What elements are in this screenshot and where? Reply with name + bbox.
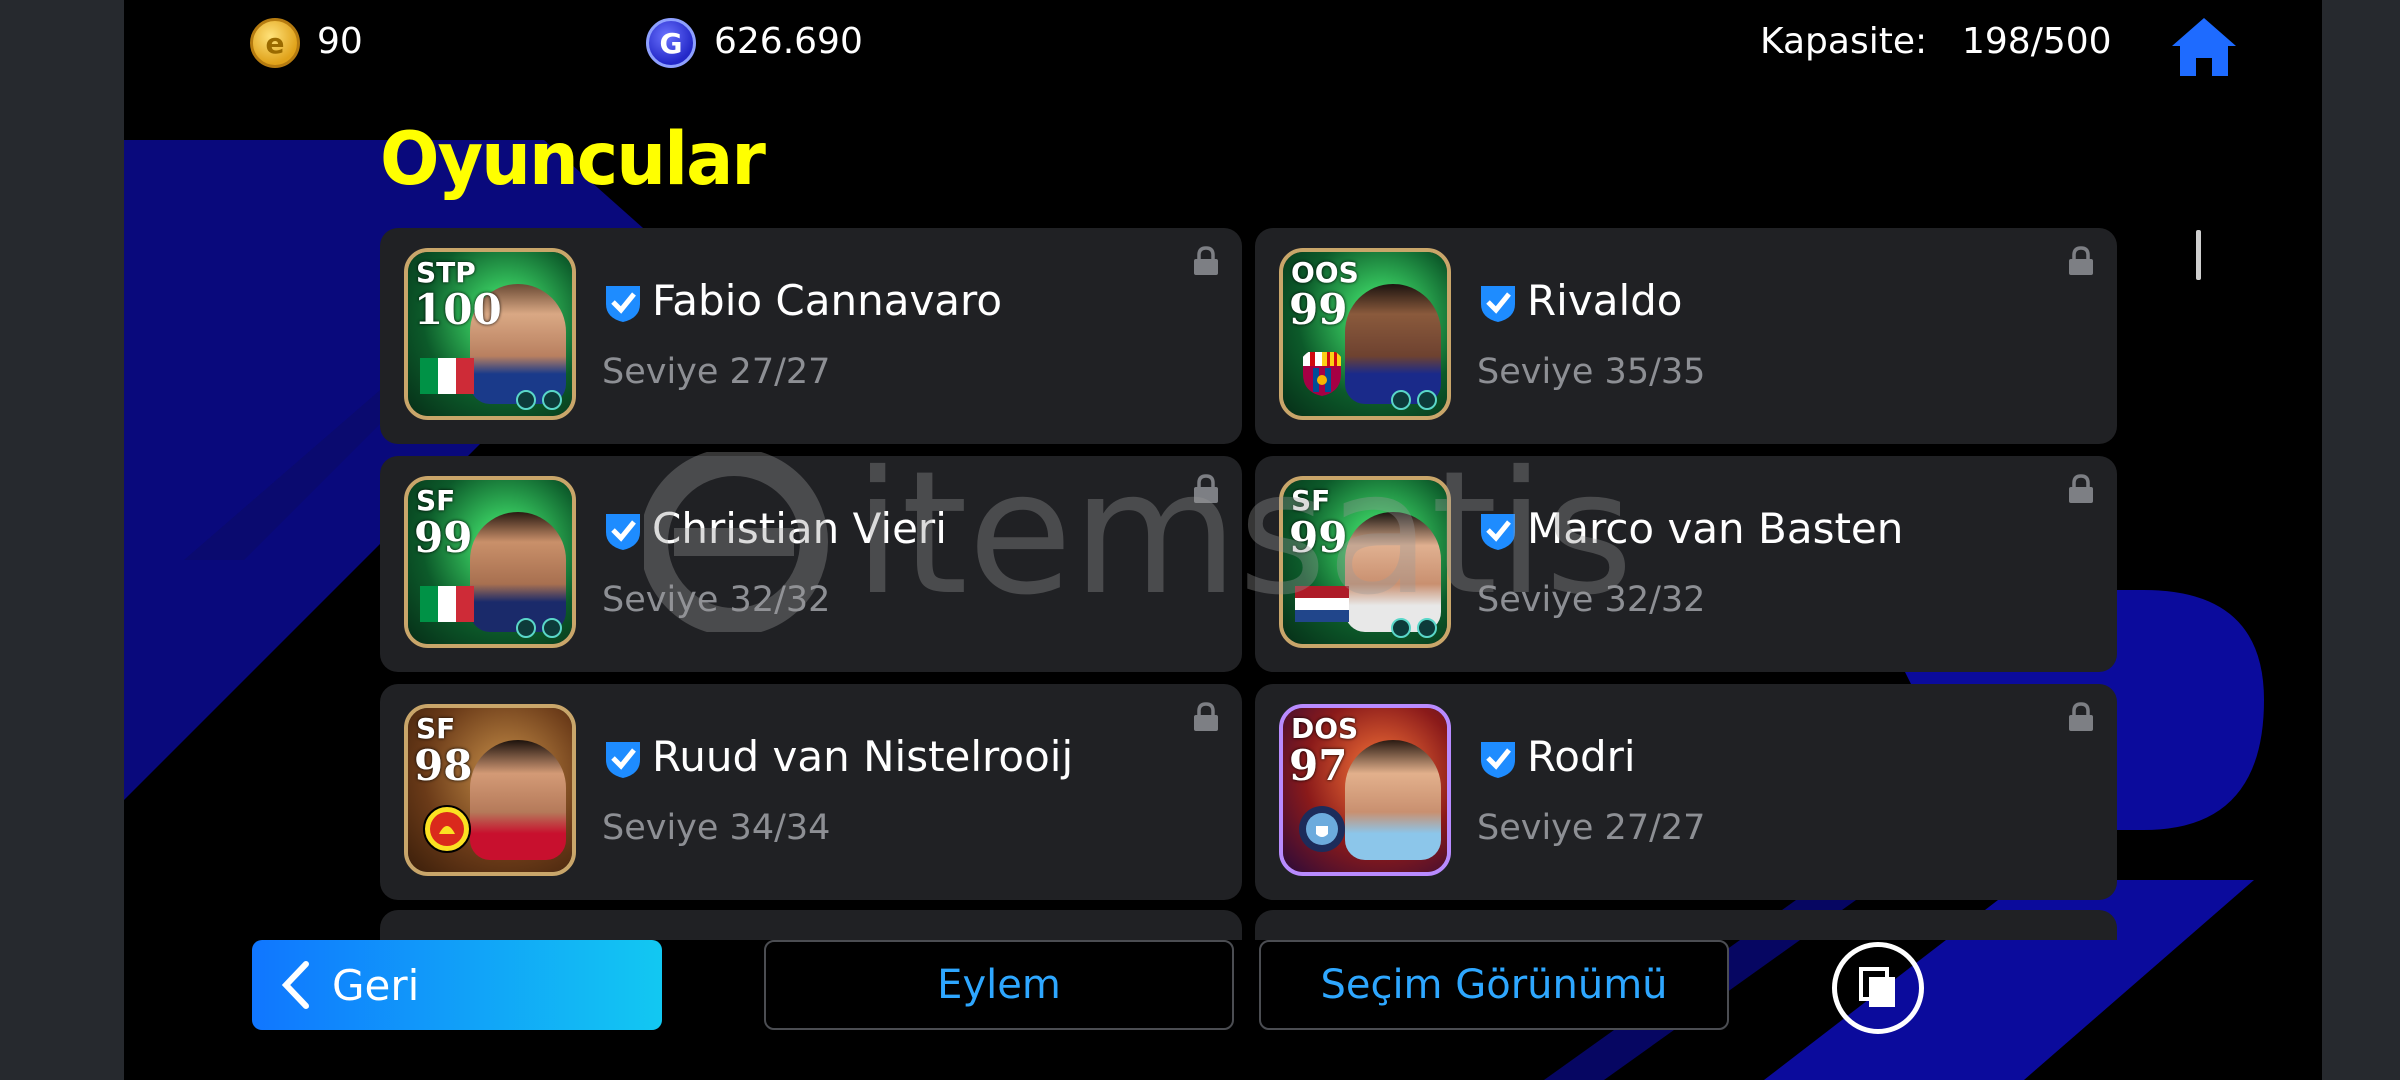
efootball-coin-count: 90 <box>317 21 363 62</box>
action-button[interactable]: Eylem <box>764 940 1234 1030</box>
home-icon[interactable] <box>2170 14 2238 78</box>
lock-icon[interactable] <box>1192 246 1220 276</box>
lock-icon[interactable] <box>2067 246 2095 276</box>
lock-icon[interactable] <box>1192 474 1220 504</box>
player-level: Seviye 27/27 <box>1477 808 1706 848</box>
lock-icon[interactable] <box>2067 474 2095 504</box>
player-level: Seviye 35/35 <box>1477 352 1706 392</box>
chevron-left-icon <box>281 961 309 1009</box>
player-card[interactable]: STP 100 Fabio Cannavaro Seviye 27/27 <box>380 228 1242 444</box>
player-avatar: SF 99 <box>404 476 576 648</box>
player-card-partial[interactable] <box>1255 910 2117 940</box>
italy-flag-icon <box>420 358 474 394</box>
player-card[interactable]: SF 99 Marco van Basten Seviye 32/32 <box>1255 456 2117 672</box>
verified-shield-icon <box>1481 742 1515 778</box>
player-name: Rivaldo <box>1527 276 1683 325</box>
player-name: Ruud van Nistelrooij <box>652 732 1074 781</box>
player-card[interactable]: DOS 97 Rodri Seviye 27/27 <box>1255 684 2117 900</box>
right-letterbox <box>2322 0 2400 1080</box>
page-title: Oyuncular <box>380 115 766 203</box>
player-avatar: STP 100 <box>404 248 576 420</box>
verified-shield-icon <box>1481 286 1515 322</box>
top-bar: e 90 G 626.690 Kapasite: 198/500 <box>124 0 2322 86</box>
selection-view-button-label: Seçim Görünümü <box>1320 962 1668 1008</box>
capacity-value: 198/500 <box>1962 21 2112 62</box>
action-button-label: Eylem <box>937 962 1061 1008</box>
player-avatar: OOS 99 <box>1279 248 1451 420</box>
efootball-coin-icon: e <box>250 18 300 68</box>
player-card[interactable]: SF 99 Christian Vieri Seviye 32/32 <box>380 456 1242 672</box>
manchester-city-crest-icon <box>1299 806 1345 852</box>
players-screen: e 90 G 626.690 Kapasite: 198/500 Oyuncul… <box>124 0 2322 1080</box>
copy-pages-icon <box>1859 967 1895 1007</box>
lock-icon[interactable] <box>1192 702 1220 732</box>
player-card-partial[interactable] <box>380 910 1242 940</box>
player-level: Seviye 32/32 <box>602 580 831 620</box>
barcelona-crest-icon <box>1303 352 1341 396</box>
selection-view-button[interactable]: Seçim Görünümü <box>1259 940 1729 1030</box>
player-name: Fabio Cannavaro <box>652 276 1003 325</box>
capacity-label: Kapasite: <box>1760 21 1928 62</box>
verified-shield-icon <box>606 742 640 778</box>
card-view-toggle-button[interactable] <box>1832 942 1924 1034</box>
back-button-label: Geri <box>332 960 420 1010</box>
verified-shield-icon <box>606 286 640 322</box>
left-letterbox <box>0 0 124 1080</box>
gp-coin-icon: G <box>646 18 696 68</box>
player-avatar: SF 99 <box>1279 476 1451 648</box>
skill-dots <box>1391 390 1437 410</box>
player-name: Christian Vieri <box>652 504 947 553</box>
italy-flag-icon <box>420 586 474 622</box>
player-card[interactable]: OOS 99 Rivaldo Seviye 35/35 <box>1255 228 2117 444</box>
player-avatar: SF 98 <box>404 704 576 876</box>
verified-shield-icon <box>1481 514 1515 550</box>
lock-icon[interactable] <box>2067 702 2095 732</box>
player-level: Seviye 34/34 <box>602 808 831 848</box>
player-level: Seviye 27/27 <box>602 352 831 392</box>
player-avatar: DOS 97 <box>1279 704 1451 876</box>
player-name: Marco van Basten <box>1527 504 1904 553</box>
skill-dots <box>516 390 562 410</box>
skill-dots <box>1391 618 1437 638</box>
skill-dots <box>516 618 562 638</box>
player-card[interactable]: SF 98 Ruud van Nistelrooij Seviye 34/34 <box>380 684 1242 900</box>
gp-count: 626.690 <box>714 21 863 62</box>
verified-shield-icon <box>606 514 640 550</box>
player-level: Seviye 32/32 <box>1477 580 1706 620</box>
manchester-united-crest-icon <box>423 805 471 853</box>
netherlands-flag-icon <box>1295 586 1349 622</box>
scrollbar[interactable] <box>2196 230 2201 280</box>
player-name: Rodri <box>1527 732 1636 781</box>
back-button[interactable]: Geri <box>252 940 662 1030</box>
